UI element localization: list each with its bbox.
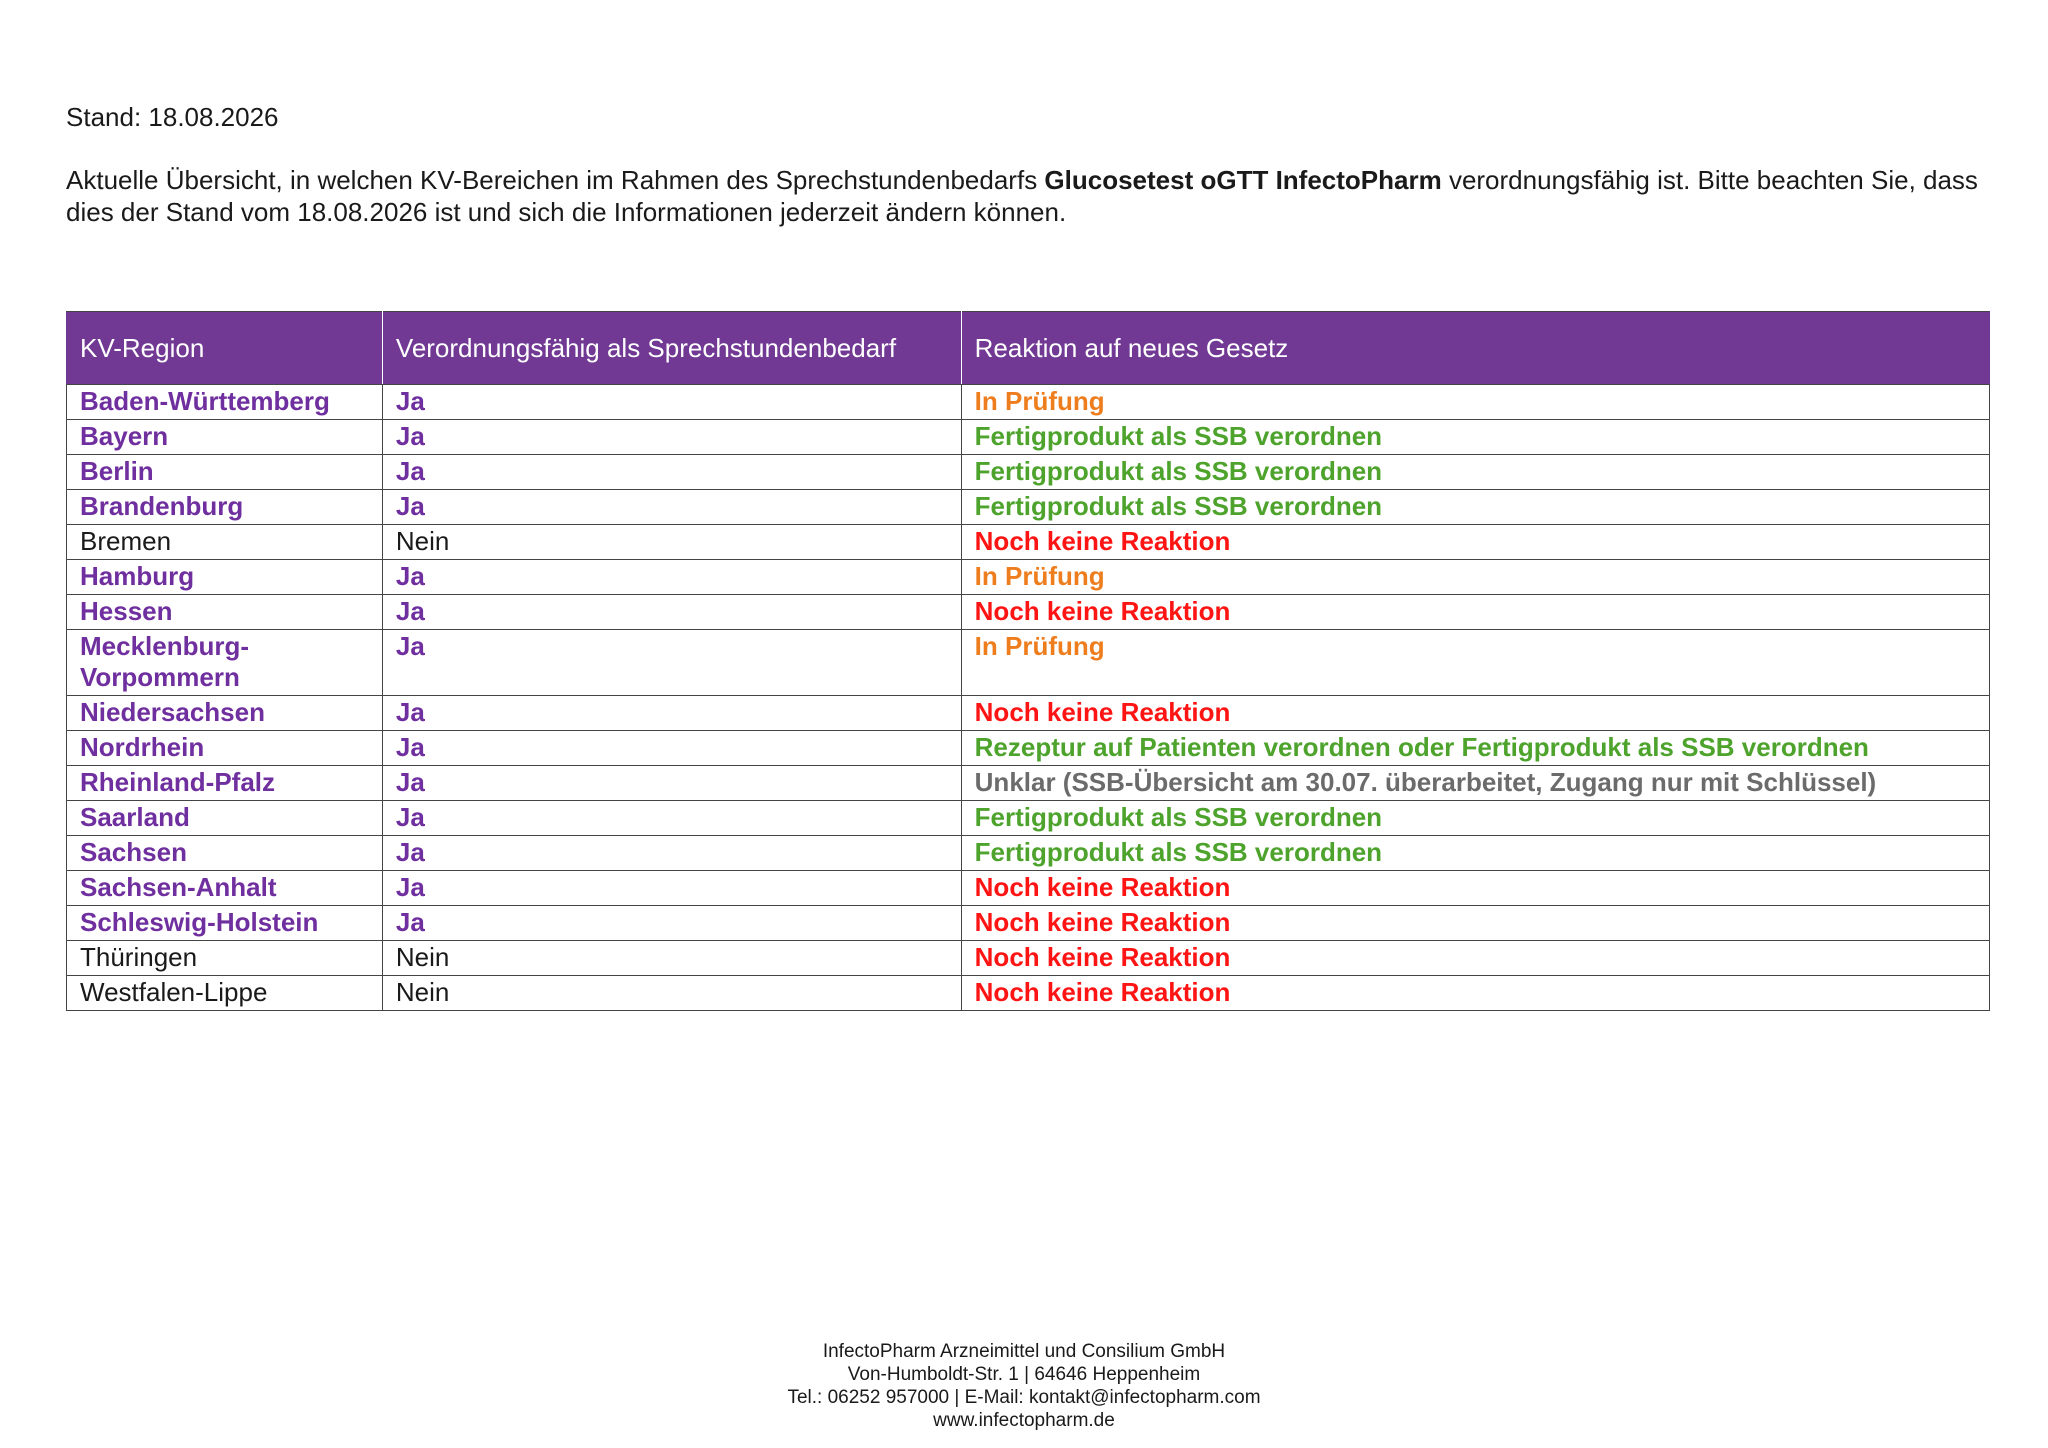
table-header-row: KV-Region Verordnungsfähig als Sprechstu… (66, 311, 1991, 385)
cell-reaktion: Fertigprodukt als SSB verordnen (960, 454, 1991, 490)
cell-verordnungsfaehig: Ja (381, 384, 962, 420)
cell-verordnungsfaehig: Nein (381, 975, 962, 1011)
header-kv-region: KV-Region (66, 311, 383, 385)
table-row: Hessen Ja Noch keine Reaktion (66, 594, 1991, 630)
cell-kv-region: Baden-Württemberg (66, 384, 383, 420)
cell-verordnungsfaehig: Ja (381, 419, 962, 455)
cell-kv-region: Sachsen-Anhalt (66, 870, 383, 906)
cell-verordnungsfaehig: Ja (381, 559, 962, 595)
cell-kv-region: Mecklenburg-Vorpommern (66, 629, 383, 696)
kv-region-table: KV-Region Verordnungsfähig als Sprechstu… (66, 311, 1991, 1011)
cell-reaktion: Noch keine Reaktion (960, 975, 1991, 1011)
cell-verordnungsfaehig: Ja (381, 765, 962, 801)
cell-verordnungsfaehig: Ja (381, 835, 962, 871)
header-reaktion: Reaktion auf neues Gesetz (960, 311, 1991, 385)
cell-reaktion: In Prüfung (960, 384, 1991, 420)
stand-date: Stand: 18.08.2026 (66, 102, 279, 132)
table-row: Westfalen-Lippe Nein Noch keine Reaktion (66, 975, 1991, 1011)
cell-reaktion: Noch keine Reaktion (960, 695, 1991, 731)
cell-verordnungsfaehig: Ja (381, 870, 962, 906)
table-row: Niedersachsen Ja Noch keine Reaktion (66, 695, 1991, 731)
table-row: Saarland Ja Fertigprodukt als SSB verordne… (66, 800, 1991, 836)
cell-kv-region: Westfalen-Lippe (66, 975, 383, 1011)
cell-verordnungsfaehig: Nein (381, 940, 962, 976)
table-row: Thüringen Nein Noch keine Reaktion (66, 940, 1991, 976)
footer: InfectoPharm Arzneimittel und Consilium … (0, 1340, 2048, 1432)
intro-text-pre: Aktuelle Übersicht, in welchen KV-Bereic… (66, 165, 1045, 195)
cell-verordnungsfaehig: Ja (381, 629, 962, 696)
cell-reaktion: In Prüfung (960, 629, 1991, 696)
table-row: Schleswig-Holstein Ja Noch keine Reaktion (66, 905, 1991, 941)
cell-reaktion: Fertigprodukt als SSB verordnen (960, 800, 1991, 836)
cell-verordnungsfaehig: Ja (381, 594, 962, 630)
footer-company: InfectoPharm Arzneimittel und Consilium … (822, 1341, 1226, 1362)
cell-kv-region: Saarland (66, 800, 383, 836)
cell-verordnungsfaehig: Ja (381, 489, 962, 525)
cell-kv-region: Thüringen (66, 940, 383, 976)
cell-kv-region: Berlin (66, 454, 383, 490)
table-row: Rheinland-Pfalz Ja Unklar (SSB-Übersicht a… (66, 765, 1991, 801)
cell-reaktion: Fertigprodukt als SSB verordnen (960, 835, 1991, 871)
table-row: Brandenburg Ja Fertigprodukt als SSB veror… (66, 489, 1991, 525)
cell-verordnungsfaehig: Ja (381, 454, 962, 490)
cell-reaktion: Noch keine Reaktion (960, 524, 1991, 560)
cell-reaktion: Fertigprodukt als SSB verordnen (960, 489, 1991, 525)
cell-verordnungsfaehig: Nein (381, 524, 962, 560)
footer-website: www.infectopharm.de (933, 1410, 1115, 1431)
cell-reaktion: Unklar (SSB-Übersicht am 30.07. überarbe… (960, 765, 1991, 801)
table-row: Nordrhein Ja Rezeptur auf Patienten verord… (66, 730, 1991, 766)
cell-kv-region: Bayern (66, 419, 383, 455)
cell-reaktion: Noch keine Reaktion (960, 870, 1991, 906)
table-body: Baden-Württemberg Ja In Prüfung Bayern Ja Fer… (66, 384, 1991, 1011)
cell-reaktion: Noch keine Reaktion (960, 940, 1991, 976)
table-row: Baden-Württemberg Ja In Prüfung (66, 384, 1991, 420)
cell-reaktion: Noch keine Reaktion (960, 905, 1991, 941)
cell-kv-region: Niedersachsen (66, 695, 383, 731)
cell-kv-region: Nordrhein (66, 730, 383, 766)
table-row: Bremen Nein Noch keine Reaktion (66, 524, 1991, 560)
cell-kv-region: Bremen (66, 524, 383, 560)
cell-kv-region: Hamburg (66, 559, 383, 595)
cell-verordnungsfaehig: Ja (381, 730, 962, 766)
cell-kv-region: Schleswig-Holstein (66, 905, 383, 941)
table-row: Sachsen-Anhalt Ja Noch keine Reaktion (66, 870, 1991, 906)
table-row: Mecklenburg-Vorpommern Ja In Prüfung (66, 629, 1991, 696)
table-row: Sachsen Ja Fertigprodukt als SSB verordnen (66, 835, 1991, 871)
cell-verordnungsfaehig: Ja (381, 800, 962, 836)
cell-reaktion: Fertigprodukt als SSB verordnen (960, 419, 1991, 455)
cell-verordnungsfaehig: Ja (381, 695, 962, 731)
table-row: Hamburg Ja In Prüfung (66, 559, 1991, 595)
header-verordnungsfaehig: Verordnungsfähig als Sprechstundenbedarf (381, 311, 962, 385)
cell-reaktion: In Prüfung (960, 559, 1991, 595)
cell-reaktion: Rezeptur auf Patienten verordnen oder Fe… (960, 730, 1991, 766)
intro-paragraph: Aktuelle Übersicht, in welchen KV-Bereic… (66, 164, 2006, 228)
table-row: Bayern Ja Fertigprodukt als SSB verordnen (66, 419, 1991, 455)
intro-product-name: Glucosetest oGTT InfectoPharm (1044, 165, 1442, 195)
footer-address: Von-Humboldt-Str. 1 | 64646 Heppenheim (847, 1364, 1201, 1385)
cell-verordnungsfaehig: Ja (381, 905, 962, 941)
cell-kv-region: Hessen (66, 594, 383, 630)
cell-kv-region: Brandenburg (66, 489, 383, 525)
cell-kv-region: Rheinland-Pfalz (66, 765, 383, 801)
footer-contact: Tel.: 06252 957000 | E-Mail: kontakt@inf… (787, 1387, 1261, 1408)
table-row: Berlin Ja Fertigprodukt als SSB verordnen (66, 454, 1991, 490)
cell-reaktion: Noch keine Reaktion (960, 594, 1991, 630)
cell-kv-region: Sachsen (66, 835, 383, 871)
